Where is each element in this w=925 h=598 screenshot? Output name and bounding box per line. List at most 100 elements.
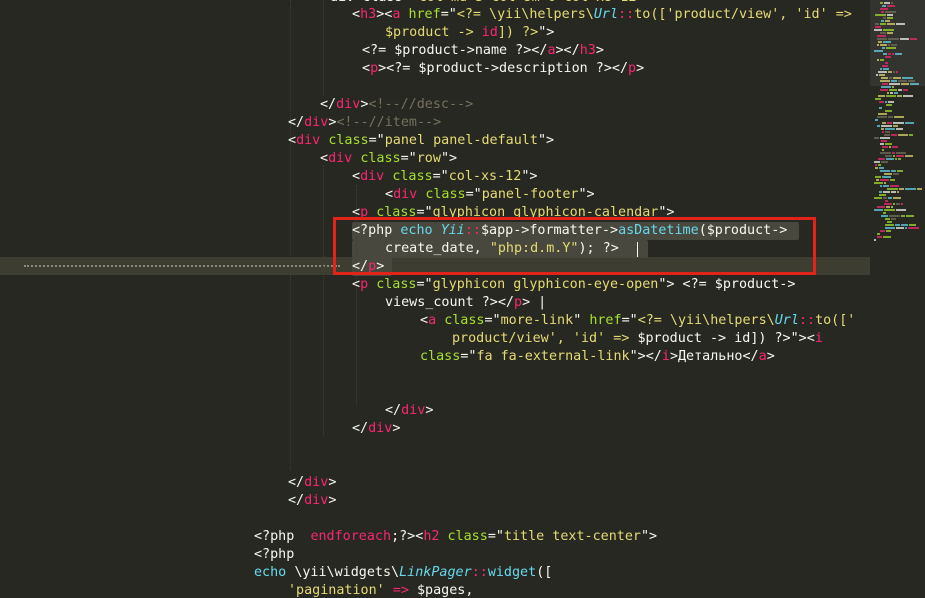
code-token: ]) ?> xyxy=(750,331,791,346)
code-token: => xyxy=(384,583,417,598)
minimap-stroke xyxy=(897,95,902,97)
code-token: "> xyxy=(636,0,652,5)
code-token: < xyxy=(352,169,361,184)
minimap-stroke xyxy=(878,95,885,97)
minimap-stroke xyxy=(880,230,885,232)
code-line[interactable]: </div> xyxy=(352,420,400,438)
code-token: <?= \yii\helpers\ xyxy=(637,313,775,328)
minimap-stroke xyxy=(880,80,890,82)
code-line[interactable]: <div class="panel-footer"> xyxy=(385,186,595,204)
code-line[interactable]: <div class="row"> xyxy=(320,150,457,168)
minimap-stroke xyxy=(874,50,883,52)
code-token: div xyxy=(328,151,353,166)
minimap-stroke xyxy=(877,38,887,40)
minimap-stroke xyxy=(885,227,895,229)
minimap-stroke xyxy=(882,146,888,148)
minimap-stroke xyxy=(883,68,889,70)
minimap-stroke xyxy=(885,218,890,220)
code-token: >< xyxy=(376,7,393,22)
code-token: ">< xyxy=(790,331,815,346)
code-token: href xyxy=(408,7,441,22)
code-line[interactable]: </div> xyxy=(288,492,336,510)
code-line[interactable]: $product -> id]) ?>"> xyxy=(385,24,554,42)
minimap-stroke xyxy=(888,101,894,103)
minimap-stroke xyxy=(885,155,892,157)
minimap-stroke xyxy=(879,167,884,169)
code-line[interactable]: <p class="glyphicon glyphicon-eye-open">… xyxy=(352,276,795,294)
minimap-stroke xyxy=(885,20,890,22)
code-token: =" xyxy=(368,133,385,148)
code-token: =" xyxy=(400,151,417,166)
code-token: div xyxy=(304,475,329,490)
minimap-stroke xyxy=(903,95,913,97)
minimap-stroke xyxy=(875,167,878,169)
minimap-stroke xyxy=(880,185,882,187)
code-line[interactable]: <div class="panel panel-default"> xyxy=(288,132,554,150)
code-line[interactable]: </div><!--//item--> xyxy=(288,114,441,132)
code-token: class xyxy=(360,151,401,166)
code-line[interactable]: views_count ?></p> | xyxy=(385,294,546,312)
code-token: ><?= $product->description ?></ xyxy=(378,61,629,76)
minimap-stroke xyxy=(910,38,917,40)
code-token: <!--//item--> xyxy=(336,115,442,130)
code-line[interactable]: </div> xyxy=(288,474,336,492)
minimap-stroke xyxy=(874,137,879,139)
minimap-stroke xyxy=(892,53,894,55)
minimap-stroke xyxy=(886,47,896,49)
code-line[interactable]: <?= $product->name ?></a></h3> xyxy=(362,42,604,60)
minimap-stroke xyxy=(891,44,897,46)
code-line[interactable]: <p><?= $product->description ?></p> xyxy=(362,60,644,78)
code-token: panel-footer xyxy=(481,187,579,202)
code-token: fa fa-external-link xyxy=(476,349,630,364)
code-token: href xyxy=(589,313,622,328)
code-token: Url xyxy=(774,313,799,328)
code-line[interactable]: product/view', 'id' => $product -> id]) … xyxy=(452,330,823,348)
minimap-stroke xyxy=(896,203,900,205)
code-token: ></ xyxy=(555,43,580,58)
minimap-stroke xyxy=(896,227,904,229)
minimap-stroke xyxy=(879,101,884,103)
code-token: "> <?= $product-> xyxy=(658,277,796,292)
code-line[interactable]: <h3><a href="<?= \yii\helpers\Url::to(['… xyxy=(352,6,852,24)
code-line[interactable]: <?php endforeach;?><h2 class="title text… xyxy=(254,528,657,546)
code-line[interactable]: class="fa fa-external-link"></i>Детально… xyxy=(420,348,775,366)
code-line[interactable]: <a class="more-link" href="<?= \yii\help… xyxy=(420,312,855,330)
code-token: =" xyxy=(465,187,482,202)
minimap-stroke xyxy=(875,119,878,121)
minimap-stroke xyxy=(894,116,904,118)
minimap-stroke xyxy=(874,161,880,163)
minimap-stroke xyxy=(883,197,887,199)
code-token: a xyxy=(428,313,437,328)
code-token: <div class=" xyxy=(322,0,419,5)
code-token: < xyxy=(320,151,329,166)
code-editor[interactable]: <div class="col-md-3 col-sm-6 col-xs-12"… xyxy=(0,0,870,598)
minimap-stroke xyxy=(882,149,884,151)
code-token: > xyxy=(595,43,604,58)
code-token: > xyxy=(425,403,434,418)
minimap-stroke xyxy=(917,188,922,190)
code-line[interactable]: </div><!--//desc--> xyxy=(320,96,473,114)
minimap-stroke xyxy=(893,155,895,157)
code-line[interactable]: <div class="col-xs-12"> xyxy=(352,168,537,186)
minimap-stroke xyxy=(876,74,878,76)
minimap-stroke xyxy=(905,227,907,229)
code-token: =" xyxy=(416,277,433,292)
code-token: $product -> xyxy=(385,25,482,40)
code-line[interactable]: </div> xyxy=(385,402,433,420)
code-line[interactable]: <?php xyxy=(254,546,294,564)
minimap-stroke xyxy=(880,32,886,34)
code-token: div xyxy=(360,169,385,184)
code-token: > xyxy=(328,475,337,490)
minimap-stroke xyxy=(896,155,904,157)
code-token: =" xyxy=(460,349,477,364)
minimap-stroke xyxy=(893,71,895,73)
code-token: p xyxy=(514,295,523,310)
minimap[interactable] xyxy=(870,0,925,598)
code-line[interactable]: echo \yii\widgets\LinkPager::widget([ xyxy=(254,564,552,582)
minimap-stroke xyxy=(884,203,892,205)
minimap-stroke xyxy=(882,131,884,133)
code-token: > xyxy=(328,493,337,508)
code-token: "> xyxy=(537,133,555,148)
code-line[interactable]: 'pagination' => $pages, xyxy=(288,582,473,598)
